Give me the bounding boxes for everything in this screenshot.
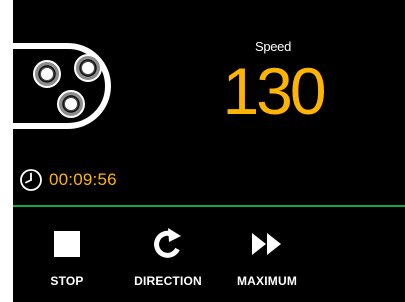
pump-roller-top-left (33, 60, 61, 88)
direction-label: DIRECTION (134, 274, 202, 288)
fast-forward-icon (252, 233, 281, 255)
stop-button[interactable]: STOP (41, 226, 93, 288)
speed-value: 130 (222, 54, 326, 128)
pump-control-screen: Speed 130 00:09:56 STOP DIRECTION MAXIMU… (13, 0, 405, 302)
pump-roller-top-right (74, 54, 102, 82)
rotate-direction-icon (154, 228, 181, 258)
timer-value: 00:09:56 (49, 170, 117, 189)
timer: 00:09:56 (19, 168, 117, 192)
speed-label: Speed (254, 39, 292, 54)
stop-label: STOP (50, 274, 84, 288)
divider (13, 205, 405, 207)
clock-icon (20, 169, 42, 191)
maximum-button[interactable]: MAXIMUM (225, 226, 309, 288)
pump-roller-bottom (57, 90, 85, 118)
peristaltic-pump-head-icon (13, 43, 111, 129)
stop-icon (54, 231, 80, 257)
maximum-label: MAXIMUM (236, 274, 298, 288)
direction-button[interactable]: DIRECTION (119, 226, 217, 288)
